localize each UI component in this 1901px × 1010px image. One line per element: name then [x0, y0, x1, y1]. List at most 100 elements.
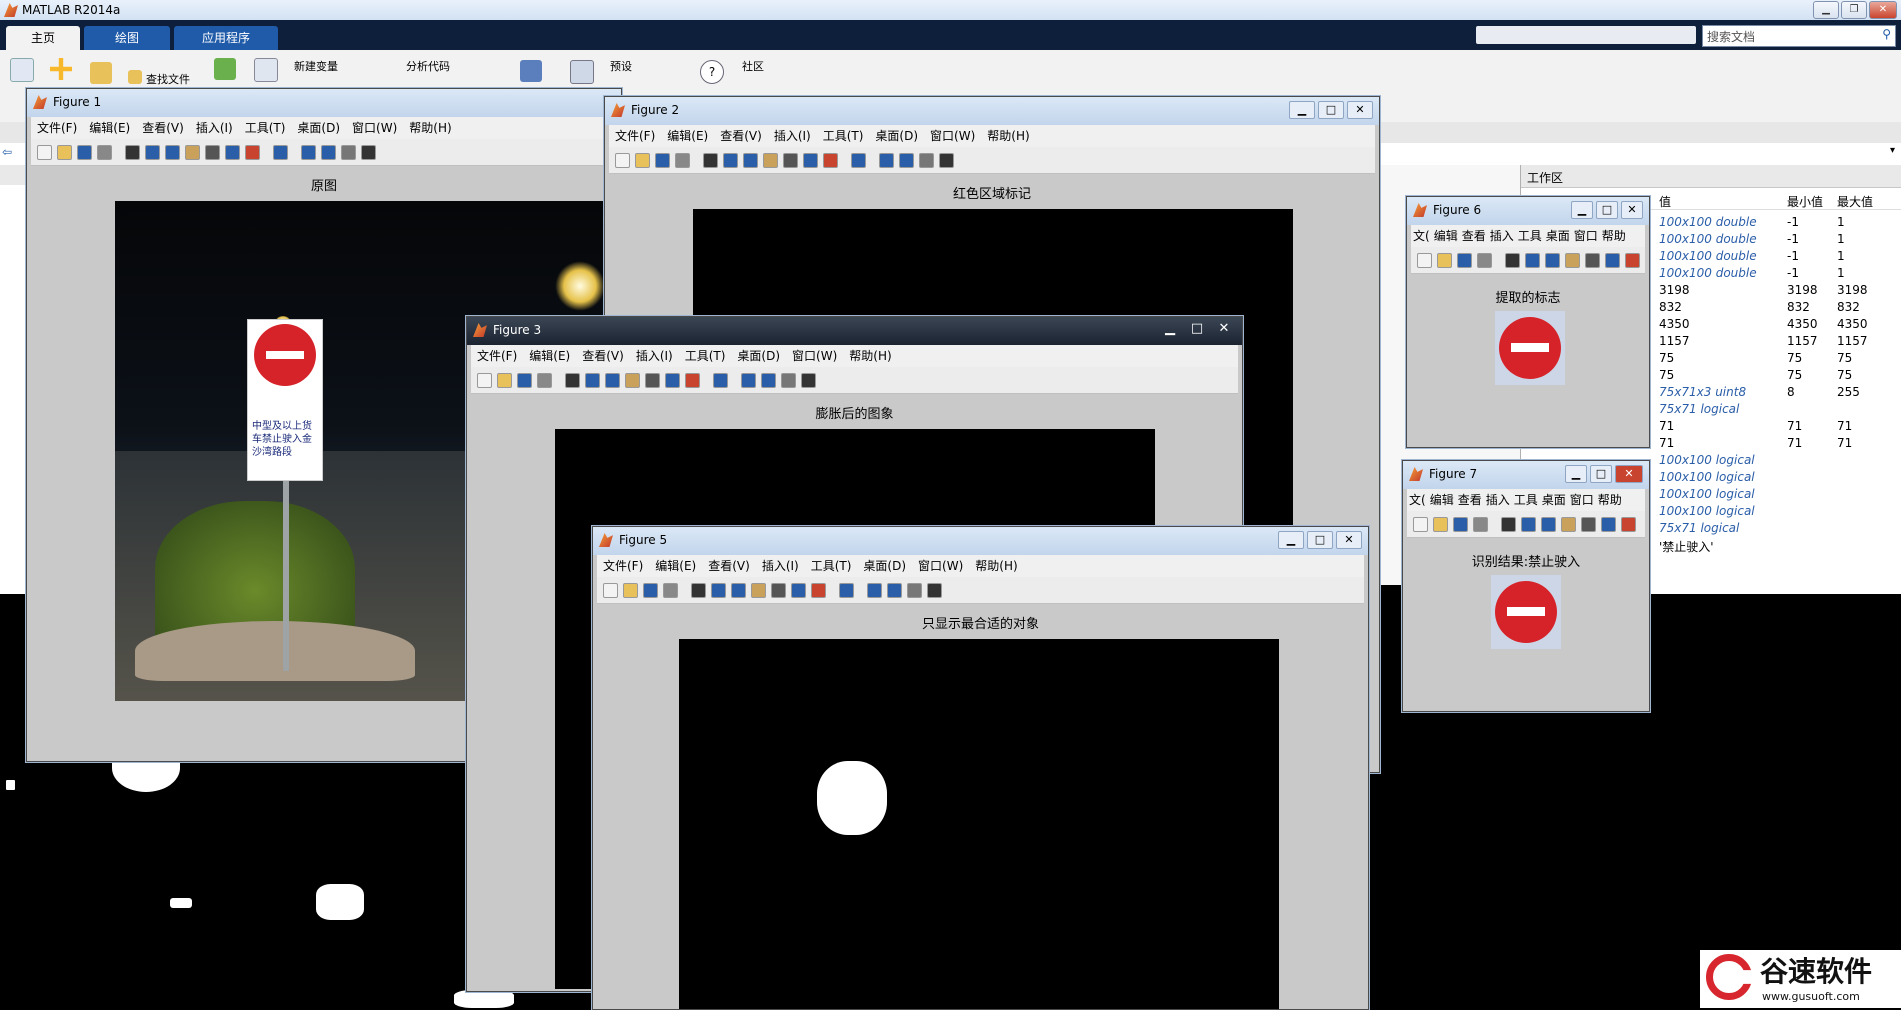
toolbar-tool-icon[interactable] — [1605, 253, 1620, 268]
toolbar-tool-icon[interactable] — [763, 153, 778, 168]
menu-window[interactable]: 窗口(W) — [924, 125, 981, 147]
workspace-cell-min[interactable]: 3198 — [1787, 283, 1818, 297]
toolbar-tool-icon[interactable] — [1525, 253, 1540, 268]
toolbar-tool-icon[interactable] — [643, 583, 658, 598]
close-button[interactable]: ✕ — [1869, 1, 1897, 19]
menu-tools[interactable]: 工具(T) — [679, 345, 732, 367]
menu-help[interactable]: 帮助(H) — [981, 125, 1035, 147]
toolbar-tool-icon[interactable] — [615, 153, 630, 168]
toolbar-tool-icon[interactable] — [791, 583, 806, 598]
toolbar-tool-icon[interactable] — [645, 373, 660, 388]
menu-file[interactable]: 文件(F) — [471, 345, 523, 367]
toolbar-tool-icon[interactable] — [703, 153, 718, 168]
toolbar-tool-icon[interactable] — [1413, 517, 1428, 532]
workspace-cell-value[interactable]: 100x100 double — [1659, 215, 1757, 229]
figure-1-title-bar[interactable]: Figure 1 — [27, 89, 621, 117]
figure-5-title-bar[interactable]: Figure 5 ▁ □ ✕ — [593, 527, 1368, 555]
toolbar-tool-icon[interactable] — [879, 153, 894, 168]
help-icon[interactable]: ? — [700, 60, 724, 84]
minimize-button[interactable]: ▁ — [1289, 101, 1315, 119]
col-min[interactable]: 最小值 — [1787, 193, 1823, 210]
menu-window[interactable]: 窗口 — [1568, 489, 1596, 511]
new-script-icon[interactable] — [10, 58, 34, 82]
toolbar-tool-icon[interactable] — [731, 583, 746, 598]
toolbar-tool-icon[interactable] — [1541, 517, 1556, 532]
workspace-cell-value[interactable]: '禁止驶入' — [1659, 538, 1714, 555]
menu-edit[interactable]: 编辑 — [1432, 225, 1460, 247]
menu-window[interactable]: 窗口(W) — [912, 555, 969, 577]
toolbar-tool-icon[interactable] — [1457, 253, 1472, 268]
toolbar-tool-icon[interactable] — [675, 153, 690, 168]
workspace-cell-value[interactable]: 75x71x3 uint8 — [1659, 385, 1746, 399]
workspace-cell-value[interactable]: 100x100 logical — [1659, 487, 1755, 501]
menu-desktop[interactable]: 桌面(D) — [869, 125, 924, 147]
figure-6-window[interactable]: Figure 6 ▁ □ ✕ 文(编辑 查看 插入 工具 桌面 窗口 帮助 提取的标志 — [1406, 196, 1650, 448]
toolbar-tool-icon[interactable] — [723, 153, 738, 168]
workspace-cell-max[interactable]: 71 — [1837, 419, 1852, 433]
workspace-cell-value[interactable]: 71 — [1659, 436, 1674, 450]
menu-insert[interactable]: 插入(I) — [190, 117, 239, 139]
close-button[interactable]: ✕ — [1621, 201, 1643, 219]
workspace-cell-max[interactable]: 1 — [1837, 215, 1845, 229]
maximize-button[interactable]: □ — [1318, 101, 1344, 119]
menu-insert[interactable]: 插入(I) — [756, 555, 805, 577]
minimize-button[interactable]: ▁ — [1571, 201, 1593, 219]
workspace-cell-value[interactable]: 100x100 double — [1659, 266, 1757, 280]
toolbar-tool-icon[interactable] — [361, 145, 376, 160]
minimize-button[interactable]: ▁ — [1158, 321, 1182, 337]
toolbar-tool-icon[interactable] — [811, 583, 826, 598]
community-label[interactable]: 社区 — [742, 58, 764, 74]
toolbar-tool-icon[interactable] — [565, 373, 580, 388]
toolbar-tool-icon[interactable] — [899, 153, 914, 168]
toolbar-tool-icon[interactable] — [225, 145, 240, 160]
toolbar-tool-icon[interactable] — [1581, 517, 1596, 532]
toolbar-tool-icon[interactable] — [1501, 517, 1516, 532]
toolbar-tool-icon[interactable] — [783, 153, 798, 168]
menu-edit[interactable]: 编辑 — [1428, 489, 1456, 511]
menu-file[interactable]: 文件(F) — [31, 117, 83, 139]
toolbar-tool-icon[interactable] — [823, 153, 838, 168]
toolbar-tool-icon[interactable] — [623, 583, 638, 598]
minimize-button[interactable]: ▁ — [1813, 1, 1839, 19]
minimize-button[interactable]: ▁ — [1278, 531, 1304, 549]
workspace-cell-max[interactable]: 3198 — [1837, 283, 1868, 297]
workspace-cell-value[interactable]: 75 — [1659, 368, 1674, 382]
save-workspace-icon[interactable] — [254, 58, 278, 82]
menu-tools[interactable]: 工具(T) — [805, 555, 858, 577]
toolbar-tool-icon[interactable] — [537, 373, 552, 388]
menu-edit[interactable]: 编辑(E) — [649, 555, 702, 577]
menu-edit[interactable]: 编辑(E) — [523, 345, 576, 367]
workspace-cell-min[interactable]: -1 — [1787, 215, 1799, 229]
workspace-cell-value[interactable]: 100x100 logical — [1659, 504, 1755, 518]
toolbar-tool-icon[interactable] — [1565, 253, 1580, 268]
menu-help[interactable]: 帮助 — [1596, 489, 1624, 511]
toolbar-tool-icon[interactable] — [165, 145, 180, 160]
menu-window[interactable]: 窗口 — [1572, 225, 1600, 247]
toolbar-tool-icon[interactable] — [919, 153, 934, 168]
toolbar-tool-icon[interactable] — [743, 153, 758, 168]
open-icon[interactable] — [90, 62, 112, 84]
toolbar-tool-icon[interactable] — [603, 583, 618, 598]
workspace-cell-value[interactable]: 832 — [1659, 300, 1682, 314]
new-variable-label[interactable]: 新建变量 — [294, 58, 338, 74]
close-button[interactable]: ✕ — [1347, 101, 1373, 119]
menu-view[interactable]: 查看 — [1460, 225, 1488, 247]
toolbar-tool-icon[interactable] — [939, 153, 954, 168]
workspace-cell-max[interactable]: 1 — [1837, 232, 1845, 246]
menu-help[interactable]: 帮助 — [1600, 225, 1628, 247]
chevron-down-icon[interactable]: ▾ — [1890, 145, 1895, 156]
minimize-button[interactable]: ▁ — [1565, 465, 1587, 483]
toolbar-tool-icon[interactable] — [1505, 253, 1520, 268]
workspace-cell-value[interactable]: 4350 — [1659, 317, 1690, 331]
close-button[interactable]: ✕ — [1615, 465, 1643, 483]
col-max[interactable]: 最大值 — [1837, 193, 1873, 210]
toolbar-tool-icon[interactable] — [497, 373, 512, 388]
menu-window[interactable]: 窗口(W) — [346, 117, 403, 139]
toolbar-tool-icon[interactable] — [37, 145, 52, 160]
toolbar-tool-icon[interactable] — [245, 145, 260, 160]
toolbar-tool-icon[interactable] — [625, 373, 640, 388]
menu-tools[interactable]: 工具 — [1512, 489, 1540, 511]
toolbar-tool-icon[interactable] — [801, 373, 816, 388]
tab-apps[interactable]: 应用程序 — [174, 26, 278, 50]
close-button[interactable]: ✕ — [1212, 321, 1236, 337]
